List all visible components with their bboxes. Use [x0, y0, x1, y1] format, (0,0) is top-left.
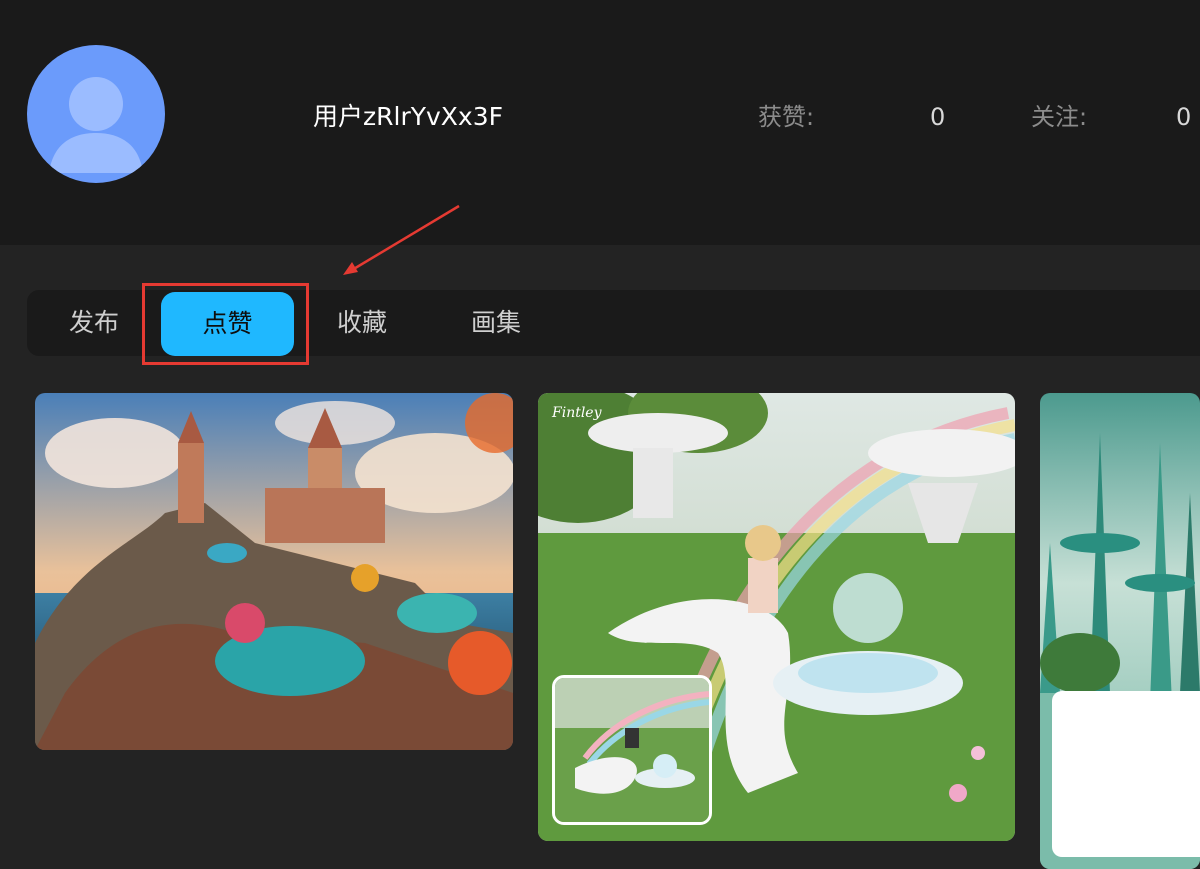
tab-albums[interactable]: 画集: [452, 290, 540, 356]
tab-published[interactable]: 发布: [50, 290, 138, 356]
gallery-card[interactable]: [1040, 393, 1200, 869]
tab-favorites[interactable]: 收藏: [318, 290, 406, 356]
annotation-highlight-box: [142, 283, 309, 365]
watermark-text: Fintley: [551, 405, 603, 421]
gallery-card[interactable]: Fintley: [538, 393, 1015, 841]
gallery-card[interactable]: [35, 393, 513, 750]
overlay-panel: [1052, 691, 1200, 857]
user-silhouette-icon: [49, 77, 143, 173]
likes-received-label: 获赞:: [758, 103, 815, 131]
inset-thumbnail[interactable]: [552, 675, 712, 825]
avatar[interactable]: [27, 45, 165, 183]
username: 用户zRlrYvXx3F: [313, 102, 503, 131]
fantasy-island-castle-image: [35, 393, 513, 750]
rainbow-park-couple-thumbnail: [555, 678, 709, 822]
likes-received-count: 0: [930, 103, 946, 131]
following-count[interactable]: 0: [1176, 101, 1191, 133]
profile-header: [0, 0, 1200, 245]
following-label[interactable]: 关注:: [1031, 101, 1087, 133]
